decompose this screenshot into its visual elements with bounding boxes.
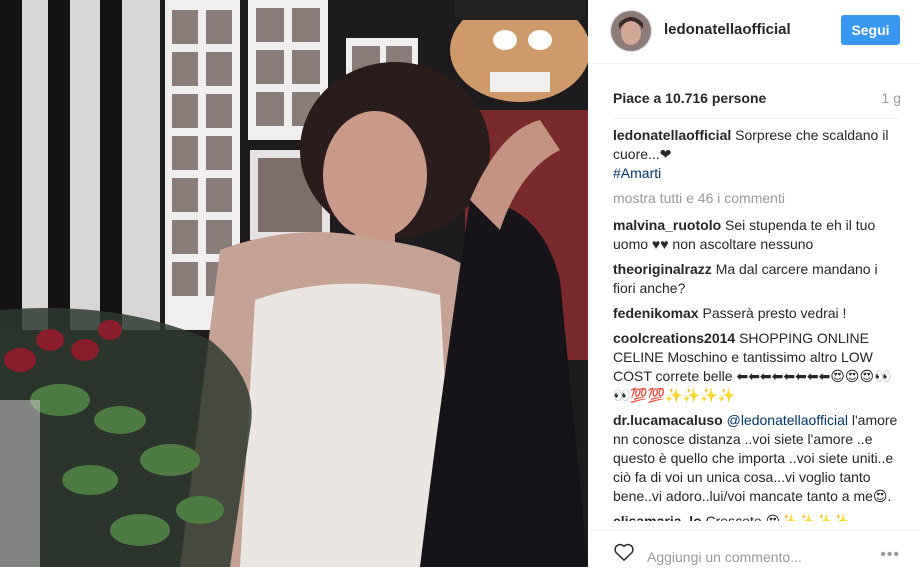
comment-item: malvina_ruotolo Sei stupenda te eh il tu…: [613, 216, 903, 254]
avatar[interactable]: [610, 10, 652, 52]
comment-bar: Aggiungi un commento... •••: [589, 530, 918, 568]
likes-count[interactable]: Piace a 10.716 persone: [613, 90, 766, 106]
avatar-image: [611, 11, 651, 51]
caption-hashtag[interactable]: #Amarti: [613, 165, 661, 181]
post-time[interactable]: 1 g: [882, 90, 901, 106]
comment-mention[interactable]: @ledonatellaofficial: [727, 412, 848, 428]
comment-username[interactable]: malvina_ruotolo: [613, 217, 721, 233]
more-options-icon[interactable]: •••: [880, 546, 900, 564]
heart-outline-icon[interactable]: [613, 542, 635, 562]
comment-item: fedenikomax Passerà presto vedrai !: [613, 304, 903, 323]
divider: [613, 118, 899, 119]
post-header: ledonatellaofficial Segui: [589, 0, 918, 64]
post-sidebar: ledonatellaofficial Segui Piace a 10.716…: [589, 0, 918, 567]
comment-input[interactable]: Aggiungi un commento...: [647, 549, 802, 565]
show-all-comments[interactable]: mostra tutti e 46 i commenti: [613, 189, 903, 208]
comment-item: theoriginalrazz Ma dal carcere mandano i…: [613, 260, 903, 298]
caption: ledonatellaofficial Sorprese che scaldan…: [613, 126, 903, 183]
comments-list: ledonatellaofficial Sorprese che scaldan…: [613, 126, 903, 521]
comment-item: dr.lucamacaluso @ledonatellaofficial l'a…: [613, 411, 903, 506]
follow-button[interactable]: Segui: [841, 15, 900, 45]
comment-username[interactable]: theoriginalrazz: [613, 261, 712, 277]
comment-item: elisamaria_lo Crescete 😍✨✨✨✨: [613, 512, 903, 521]
post-image: [0, 0, 588, 567]
likes-row: Piace a 10.716 persone 1 g: [613, 90, 901, 110]
post-photo[interactable]: [0, 0, 588, 567]
comment-username[interactable]: coolcreations2014: [613, 330, 735, 346]
comment-username[interactable]: elisamaria_lo: [613, 513, 702, 521]
comment-username[interactable]: dr.lucamacaluso: [613, 412, 723, 428]
comment-username[interactable]: fedenikomax: [613, 305, 699, 321]
comment-text: Passerà presto vedrai !: [702, 305, 847, 321]
caption-username[interactable]: ledonatellaofficial: [613, 127, 731, 143]
comment-text: Crescete 😍✨✨✨✨: [705, 513, 850, 521]
header-username[interactable]: ledonatellaofficial: [664, 21, 791, 38]
comment-item: coolcreations2014 SHOPPING ONLINE CELINE…: [613, 329, 903, 405]
